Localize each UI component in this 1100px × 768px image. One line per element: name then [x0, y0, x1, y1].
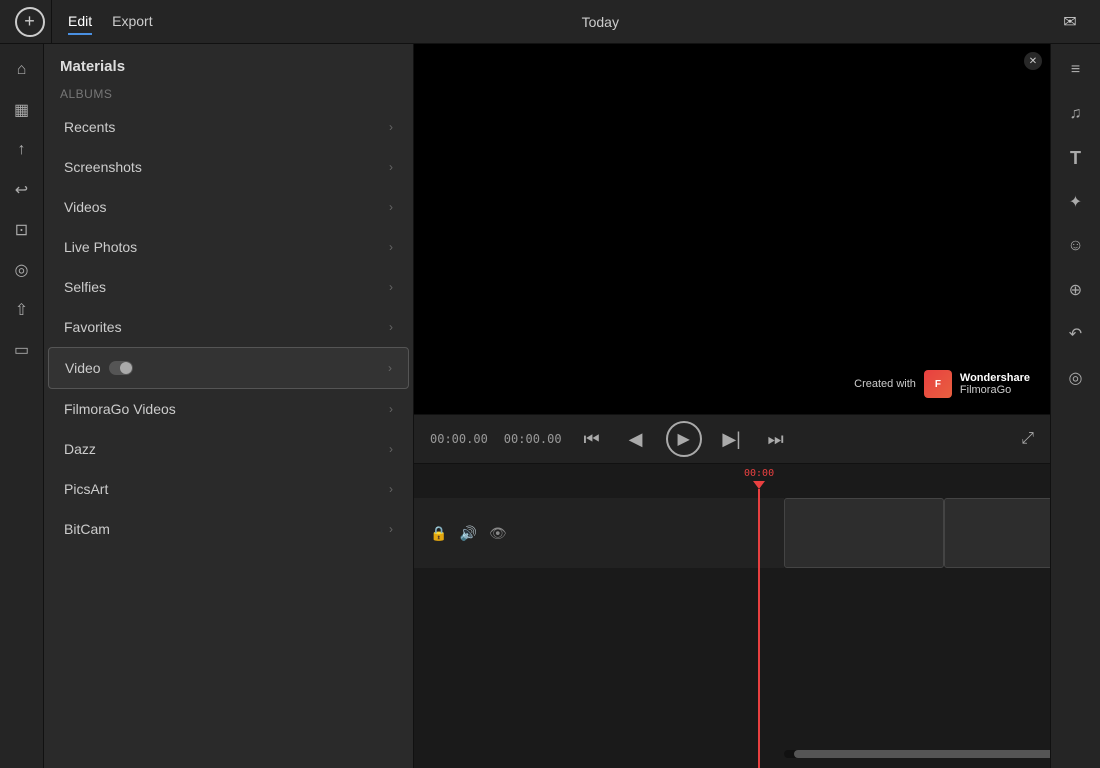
- sidebar-home-btn[interactable]: ⌂: [4, 52, 40, 88]
- chevron-icon: ›: [389, 200, 393, 214]
- chevron-icon: ›: [389, 320, 393, 334]
- filmorago-logo: F: [924, 370, 952, 398]
- chevron-icon: ›: [389, 442, 393, 456]
- page-title: Today: [153, 14, 1048, 30]
- skip-to-end-button[interactable]: ⏭: [762, 425, 790, 453]
- right-sidebar: ≡ ♫ T ✦ ☺ ⊕ ↶ ◎: [1050, 44, 1100, 768]
- menu-item-live-photos[interactable]: Live Photos ›: [48, 227, 409, 267]
- lock-icon[interactable]: 🔒: [430, 525, 447, 542]
- playhead-marker: [753, 481, 765, 489]
- eye-icon[interactable]: 👁: [489, 525, 507, 542]
- timeline-track: 🔒 🔊 👁: [414, 498, 1050, 578]
- time-display-1: 00:00.00: [430, 432, 488, 446]
- menu-item-videos[interactable]: Videos ›: [48, 187, 409, 227]
- chevron-icon: ›: [388, 361, 392, 375]
- timeline-area: 00:00 🔒 🔊 👁: [414, 464, 1050, 768]
- menu-item-video[interactable]: Video ›: [48, 347, 409, 389]
- message-icon-symbol: ✉: [1063, 12, 1076, 32]
- hamburger-menu-button[interactable]: ≡: [1058, 52, 1094, 88]
- chevron-icon: ›: [389, 120, 393, 134]
- chevron-icon: ›: [389, 482, 393, 496]
- menu-item-filmorago-videos[interactable]: FilmoraGo Videos ›: [48, 389, 409, 429]
- add-button-container: +: [8, 0, 52, 44]
- watermark-close-button[interactable]: ✕: [1024, 52, 1042, 70]
- sidebar-headphones-btn[interactable]: ◎: [4, 252, 40, 288]
- add-icon: +: [24, 11, 35, 32]
- menu-item-picsart[interactable]: PicsArt ›: [48, 469, 409, 509]
- curve-button[interactable]: ↶: [1058, 316, 1094, 352]
- play-icon: ▶: [677, 429, 689, 449]
- chevron-icon: ›: [389, 522, 393, 536]
- tab-edit[interactable]: Edit: [68, 9, 92, 35]
- tab-export[interactable]: Export: [112, 9, 152, 35]
- chevron-icon: ›: [389, 280, 393, 294]
- timeline-scrollbar-thumb[interactable]: [794, 750, 1050, 758]
- time-display-2: 00:00.00: [504, 432, 562, 446]
- playhead-time: 00:00: [744, 468, 774, 479]
- menu-item-selfies[interactable]: Selfies ›: [48, 267, 409, 307]
- video-preview: ✕ Created with F Wondershare FilmoraGo: [414, 44, 1050, 414]
- top-tabs: Edit Export: [68, 9, 153, 35]
- timeline-clip-1[interactable]: [784, 498, 944, 568]
- sidebar-crop-btn[interactable]: ⊡: [4, 212, 40, 248]
- message-icon[interactable]: ✉: [1048, 0, 1092, 44]
- add-button[interactable]: +: [15, 7, 45, 37]
- brand-text: Wondershare FilmoraGo: [960, 372, 1030, 396]
- audio-icon[interactable]: 🔊: [459, 525, 476, 542]
- emoji-button[interactable]: ☺: [1058, 228, 1094, 264]
- created-with-text: Created with: [854, 378, 916, 390]
- chevron-icon: ›: [389, 240, 393, 254]
- sticker-button[interactable]: ✦: [1058, 184, 1094, 220]
- controls-bar: 00:00.00 00:00.00 ⏮ ◀ ▶ ▶| ⏭ ⤢: [414, 414, 1050, 464]
- main-area: ⌂ ▦ ↑ ↩ ⊡ ◎ ⇧ ▭ Materials Albums Recents…: [0, 44, 1100, 768]
- skip-to-start-button[interactable]: ⏮: [578, 425, 606, 453]
- timeline-scrollbar[interactable]: [784, 750, 1010, 758]
- timeline-clip-2[interactable]: [944, 498, 1050, 568]
- center-area: ✕ Created with F Wondershare FilmoraGo 0…: [414, 44, 1050, 768]
- top-bar: + Edit Export Today ✉: [0, 0, 1100, 44]
- menu-item-dazz[interactable]: Dazz ›: [48, 429, 409, 469]
- sidebar-share-btn[interactable]: ⇧: [4, 292, 40, 328]
- chevron-icon: ›: [389, 160, 393, 174]
- audio-wave-button[interactable]: ◎: [1058, 360, 1094, 396]
- playhead-line: [758, 489, 760, 768]
- sidebar-undo-btn[interactable]: ↩: [4, 172, 40, 208]
- panel-title: Materials: [44, 44, 413, 83]
- text-button[interactable]: T: [1058, 140, 1094, 176]
- watermark: Created with F Wondershare FilmoraGo: [844, 364, 1040, 404]
- step-forward-button[interactable]: ▶|: [718, 425, 746, 453]
- albums-label: Albums: [44, 83, 413, 107]
- menu-item-favorites[interactable]: Favorites ›: [48, 307, 409, 347]
- sidebar-device-btn[interactable]: ▭: [4, 332, 40, 368]
- menu-item-screenshots[interactable]: Screenshots ›: [48, 147, 409, 187]
- chevron-icon: ›: [389, 402, 393, 416]
- fullscreen-button[interactable]: ⤢: [1021, 430, 1034, 448]
- step-back-button[interactable]: ◀: [622, 425, 650, 453]
- play-button[interactable]: ▶: [666, 421, 702, 457]
- menu-item-bitcam[interactable]: BitCam ›: [48, 509, 409, 549]
- sidebar-layers-btn[interactable]: ▦: [4, 92, 40, 128]
- icon-sidebar: ⌂ ▦ ↑ ↩ ⊡ ◎ ⇧ ▭: [0, 44, 44, 768]
- music-button[interactable]: ♫: [1058, 96, 1094, 132]
- track-controls: 🔒 🔊 👁: [414, 498, 784, 568]
- video-toggle[interactable]: [109, 361, 133, 375]
- sidebar-export-btn[interactable]: ↑: [4, 132, 40, 168]
- left-panel: Materials Albums Recents › Screenshots ›…: [44, 44, 414, 768]
- menu-item-recents[interactable]: Recents ›: [48, 107, 409, 147]
- mask-button[interactable]: ⊕: [1058, 272, 1094, 308]
